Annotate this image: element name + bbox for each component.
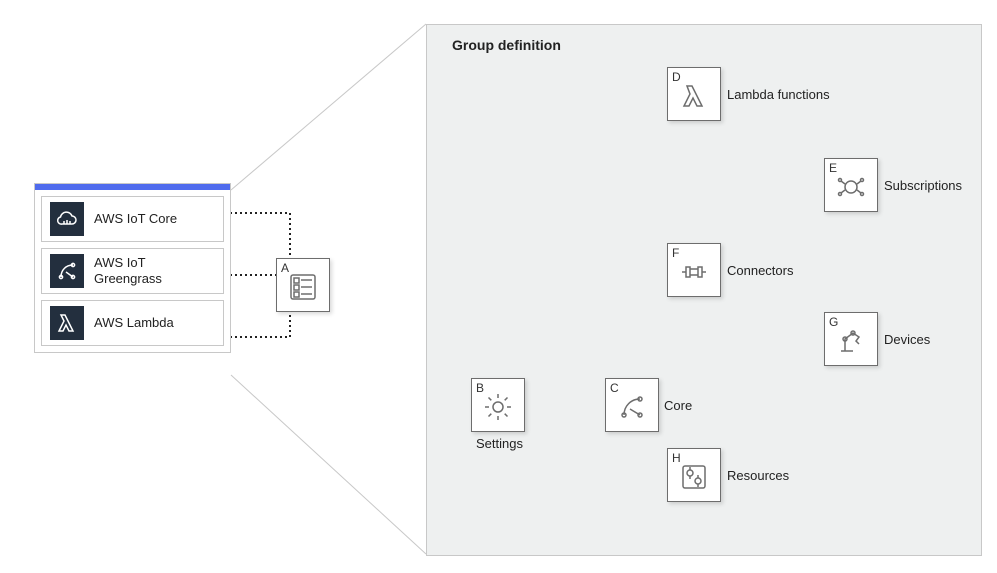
service-greengrass: AWS IoT Greengrass	[41, 248, 224, 294]
card-accent-bar	[35, 184, 230, 190]
node-a-group: A	[276, 258, 330, 312]
gear-icon	[482, 391, 514, 423]
service-iot-core: AWS IoT Core	[41, 196, 224, 242]
service-label: AWS Lambda	[94, 315, 174, 331]
panel-title: Group definition	[452, 37, 561, 53]
robot-arm-icon	[835, 325, 867, 357]
service-label: AWS IoT Core	[94, 211, 177, 227]
node-g-label: Devices	[884, 332, 930, 347]
aws-services-card: AWS IoT Core AWS IoT Greengrass AWS Lamb…	[34, 183, 231, 353]
resources-icon	[678, 461, 710, 493]
plug-icon	[678, 256, 710, 288]
node-b-settings: B	[471, 378, 525, 432]
node-c-label: Core	[664, 398, 692, 413]
service-lambda: AWS Lambda	[41, 300, 224, 346]
node-h-label: Resources	[727, 468, 789, 483]
node-h-resources: H	[667, 448, 721, 502]
node-g-devices: G	[824, 312, 878, 366]
list-icon	[287, 271, 319, 303]
lambda-icon	[678, 80, 710, 112]
node-e-label: Subscriptions	[884, 178, 962, 193]
node-d-lambda-functions: D	[667, 67, 721, 121]
lambda-icon	[50, 306, 84, 340]
cloud-iot-icon	[50, 202, 84, 236]
service-label: AWS IoT Greengrass	[94, 255, 162, 288]
node-f-connectors: F	[667, 243, 721, 297]
core-icon	[616, 391, 648, 423]
node-c-core: C	[605, 378, 659, 432]
node-f-label: Connectors	[727, 263, 793, 278]
node-b-label: Settings	[476, 436, 523, 451]
greengrass-icon	[50, 254, 84, 288]
subscriptions-icon	[835, 171, 867, 203]
node-d-label: Lambda functions	[727, 87, 830, 102]
node-e-subscriptions: E	[824, 158, 878, 212]
